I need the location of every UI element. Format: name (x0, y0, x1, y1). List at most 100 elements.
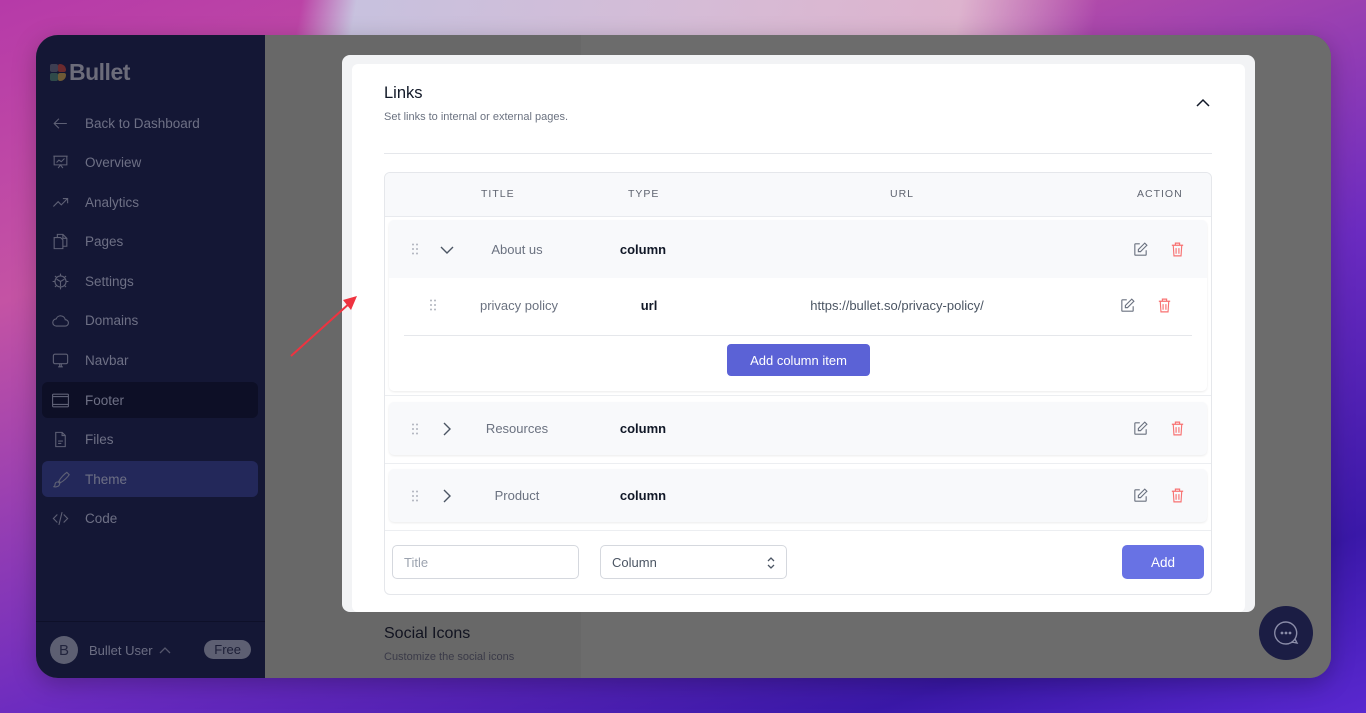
sidebar-item-label: Footer (85, 392, 125, 408)
edit-icon[interactable] (1132, 420, 1149, 437)
sidebar-item-label: Settings (85, 273, 134, 289)
new-link-title-input[interactable] (392, 545, 579, 579)
sidebar-item-label: Pages (85, 234, 124, 250)
sidebar-item-settings[interactable]: Settings (42, 263, 258, 299)
add-column-item-button[interactable]: Add column item (727, 344, 870, 376)
edit-icon[interactable] (1132, 241, 1149, 258)
links-table: TITLE TYPE URL ACTION About us column pr… (384, 172, 1212, 595)
file-text-icon (50, 430, 70, 450)
link-group-row: About us column privacy policy url https… (389, 220, 1207, 391)
trash-icon[interactable] (1169, 487, 1186, 504)
table-row: Resources column (389, 402, 1207, 455)
chevron-down-icon[interactable] (440, 243, 454, 257)
chat-support-button[interactable] (1259, 606, 1313, 660)
chevron-up-icon[interactable] (1194, 94, 1212, 112)
section-title: Links (384, 84, 423, 102)
group-title: Product (494, 488, 540, 503)
group-type: column (619, 488, 667, 503)
table-row: About us column (389, 220, 1207, 278)
app-window: Bullet Back to Dashboard Overview Analyt… (36, 35, 1331, 678)
plan-badge: Free (204, 640, 251, 659)
table-header: TITLE TYPE URL ACTION (385, 173, 1211, 217)
column-header-type: TYPE (628, 188, 660, 200)
trash-icon[interactable] (1169, 420, 1186, 437)
window-icon (50, 390, 70, 410)
sidebar-item-overview[interactable]: Overview (42, 145, 258, 181)
item-url[interactable]: https://bullet.so/privacy-policy/ (810, 298, 983, 313)
item-title: privacy policy (479, 298, 559, 313)
arrow-left-icon (50, 113, 70, 133)
sidebar-item-theme[interactable]: Theme (42, 461, 258, 498)
column-header-title: TITLE (481, 188, 515, 200)
edit-icon[interactable] (1132, 487, 1149, 504)
sidebar-item-label: Domains (85, 313, 139, 329)
social-icons-title: Social Icons (384, 625, 471, 642)
section-description: Set links to internal or external pages. (384, 111, 569, 123)
sidebar-item-navbar[interactable]: Navbar (42, 343, 258, 379)
chevron-right-icon[interactable] (440, 489, 454, 503)
link-group-row: Resources column (389, 402, 1207, 455)
sidebar-item-analytics[interactable]: Analytics (42, 184, 258, 220)
group-type: column (619, 421, 667, 436)
divider (385, 530, 1211, 531)
link-group-row: Product column (389, 469, 1207, 522)
sidebar: Bullet Back to Dashboard Overview Analyt… (36, 35, 265, 678)
social-icons-description: Customize the social icons (384, 651, 515, 663)
trash-icon[interactable] (1169, 241, 1186, 258)
add-link-button[interactable]: Add (1122, 545, 1204, 579)
sidebar-item-files[interactable]: Files (42, 422, 258, 458)
divider (404, 335, 1192, 336)
item-type: url (640, 298, 658, 313)
group-title: Resources (485, 421, 549, 436)
annotation-arrow-icon (290, 296, 357, 357)
drag-handle-icon[interactable] (429, 299, 437, 311)
group-title: About us (491, 242, 543, 257)
trending-up-icon (50, 192, 70, 212)
drag-handle-icon[interactable] (411, 243, 419, 255)
brand-logo[interactable]: Bullet (50, 59, 130, 86)
divider (385, 395, 1211, 396)
new-link-type-select[interactable]: Column (600, 545, 787, 579)
cog-icon (50, 271, 70, 291)
drag-handle-icon[interactable] (411, 490, 419, 502)
divider (385, 463, 1211, 464)
column-items: privacy policy url https://bullet.so/pri… (389, 278, 1207, 391)
sidebar-item-back-to-dashboard[interactable]: Back to Dashboard (42, 105, 258, 141)
column-header-action: ACTION (1137, 188, 1183, 200)
chat-bubble-icon (1274, 621, 1299, 645)
code-icon (50, 509, 70, 529)
sidebar-item-label: Code (85, 511, 118, 527)
bullet-logo-icon (50, 63, 67, 82)
sidebar-item-domains[interactable]: Domains (42, 303, 258, 339)
user-menu[interactable]: B Bullet User Free (36, 621, 265, 678)
chevron-up-icon (159, 647, 171, 654)
sidebar-item-label: Theme (85, 471, 128, 487)
presentation-chart-icon (50, 153, 70, 173)
sidebar-item-footer[interactable]: Footer (42, 382, 258, 419)
sidebar-item-label: Analytics (85, 194, 140, 210)
sidebar-item-label: Files (85, 432, 114, 448)
sidebar-item-label: Navbar (85, 353, 129, 369)
trash-icon[interactable] (1156, 297, 1173, 314)
group-type: column (619, 242, 667, 257)
column-header-url: URL (890, 188, 915, 200)
chevron-up-down-icon (767, 557, 775, 569)
type-select-value: Column (612, 554, 657, 570)
cloud-icon (50, 311, 70, 331)
sidebar-nav: Back to Dashboard Overview Analytics Pag… (42, 105, 258, 541)
avatar: B (50, 636, 78, 664)
drag-handle-icon[interactable] (411, 423, 419, 435)
sidebar-item-code[interactable]: Code (42, 501, 258, 537)
links-section-card: Links Set links to internal or external … (342, 55, 1255, 612)
chevron-right-icon[interactable] (440, 422, 454, 436)
divider (384, 153, 1212, 154)
paintbrush-icon (50, 469, 70, 489)
user-name: Bullet User (89, 642, 153, 658)
documents-icon (50, 232, 70, 252)
brand-name: Bullet (69, 59, 130, 85)
links-section: Links Set links to internal or external … (352, 64, 1245, 612)
sidebar-item-pages[interactable]: Pages (42, 224, 258, 260)
edit-icon[interactable] (1119, 297, 1136, 314)
sidebar-item-label: Back to Dashboard (85, 115, 200, 131)
table-row: Product column (389, 469, 1207, 522)
